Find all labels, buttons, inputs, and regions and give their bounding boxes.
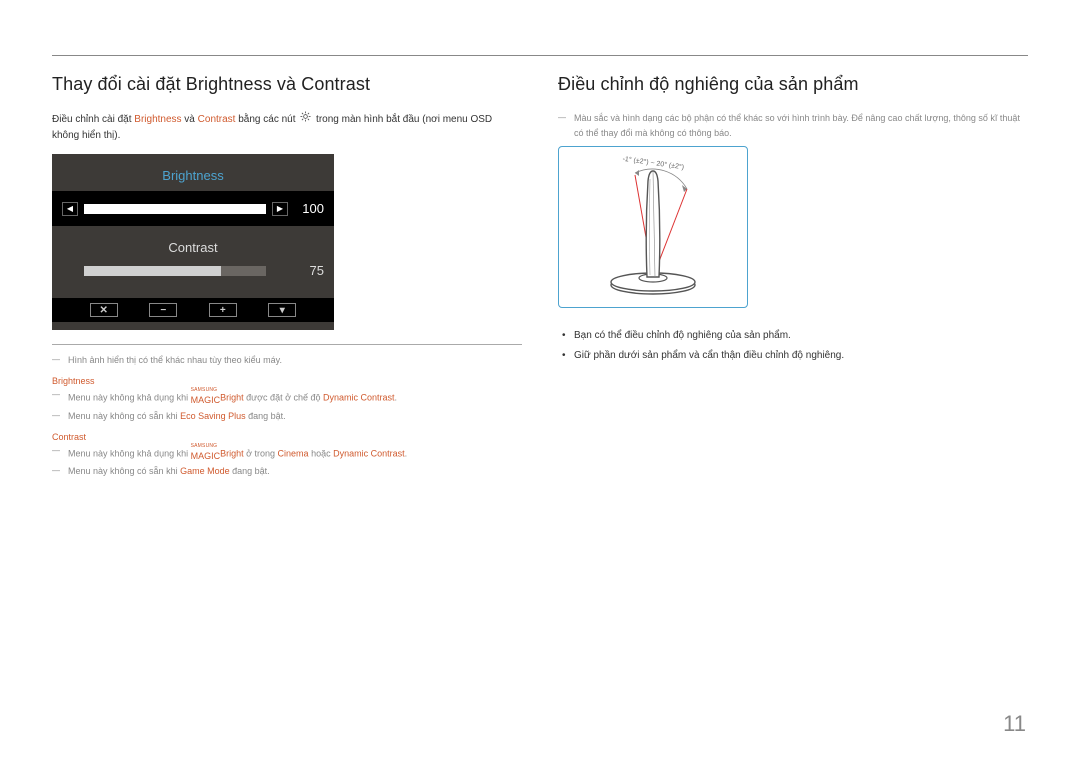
brightness-note-1: Menu này không khả dụng khi SAMSUNGMAGIC… [52, 388, 522, 408]
left-heading: Thay đổi cài đặt Brightness và Contrast [52, 74, 522, 95]
right-disclaimer: Màu sắc và hình dạng các bộ phận có thể … [558, 111, 1028, 142]
right-heading: Điều chỉnh độ nghiêng của sản phẩm [558, 74, 1028, 95]
contrast-note-2: Menu này không có sẵn khi Game Mode đang… [52, 464, 522, 479]
bullet-1: Bạn có thể điều chỉnh độ nghiêng của sản… [558, 326, 1028, 346]
sun-icon [300, 111, 311, 128]
left-column: Thay đổi cài đặt Brightness và Contrast … [52, 74, 522, 480]
brightness-section-label: Brightness [52, 376, 522, 386]
note-image-vary: Hình ảnh hiển thị có thể khác nhau tùy t… [52, 353, 522, 368]
osd-plus-icon: + [209, 303, 237, 317]
tilt-figure: -1° (±2°) ~ 20° (±2°) [558, 146, 748, 308]
contrast-hl: Contrast [198, 114, 236, 125]
slider-left-arrow-icon: ◀ [62, 202, 78, 216]
brightness-track [84, 204, 266, 214]
slider-right-arrow-icon: ▶ [272, 202, 288, 216]
contrast-section-label: Contrast [52, 432, 522, 442]
bullet-2: Giữ phần dưới sản phẩm và cẩn thận điều … [558, 346, 1028, 366]
brightness-hl: Brightness [134, 114, 181, 125]
intro-text: Điều chỉnh cài đặt Brightness và Contras… [52, 111, 522, 144]
tilt-diagram-svg: -1° (±2°) ~ 20° (±2°) [563, 149, 743, 304]
samsung-magic-bright-2: SAMSUNGMAGIC [191, 444, 221, 464]
osd-close-icon: ✕ [90, 303, 118, 317]
contrast-note-1: Menu này không khả dụng khi SAMSUNGMAGIC… [52, 444, 522, 464]
contrast-value: 75 [294, 263, 324, 278]
osd-contrast-label: Contrast [52, 226, 334, 263]
osd-minus-icon: − [149, 303, 177, 317]
brightness-note-2: Menu này không có sẵn khi Eco Saving Plu… [52, 409, 522, 424]
brightness-slider: ◀ ▶ 100 [52, 191, 334, 226]
osd-brightness-label: Brightness [52, 154, 334, 191]
page-number: 11 [1003, 711, 1026, 737]
samsung-magic-bright: SAMSUNGMAGIC [191, 388, 221, 408]
tilt-bullets: Bạn có thể điều chỉnh độ nghiêng của sản… [558, 326, 1028, 366]
osd-down-icon: ▾ [268, 303, 296, 317]
brightness-value: 100 [294, 201, 324, 216]
contrast-slider: ◀ ▶ 75 [52, 263, 334, 284]
right-column: Điều chỉnh độ nghiêng của sản phẩm Màu s… [558, 74, 1028, 480]
contrast-track [84, 266, 266, 276]
osd-panel: Brightness ◀ ▶ 100 Contrast ◀ ▶ 75 ✕ − +… [52, 154, 334, 330]
osd-button-row: ✕ − + ▾ [52, 298, 334, 322]
